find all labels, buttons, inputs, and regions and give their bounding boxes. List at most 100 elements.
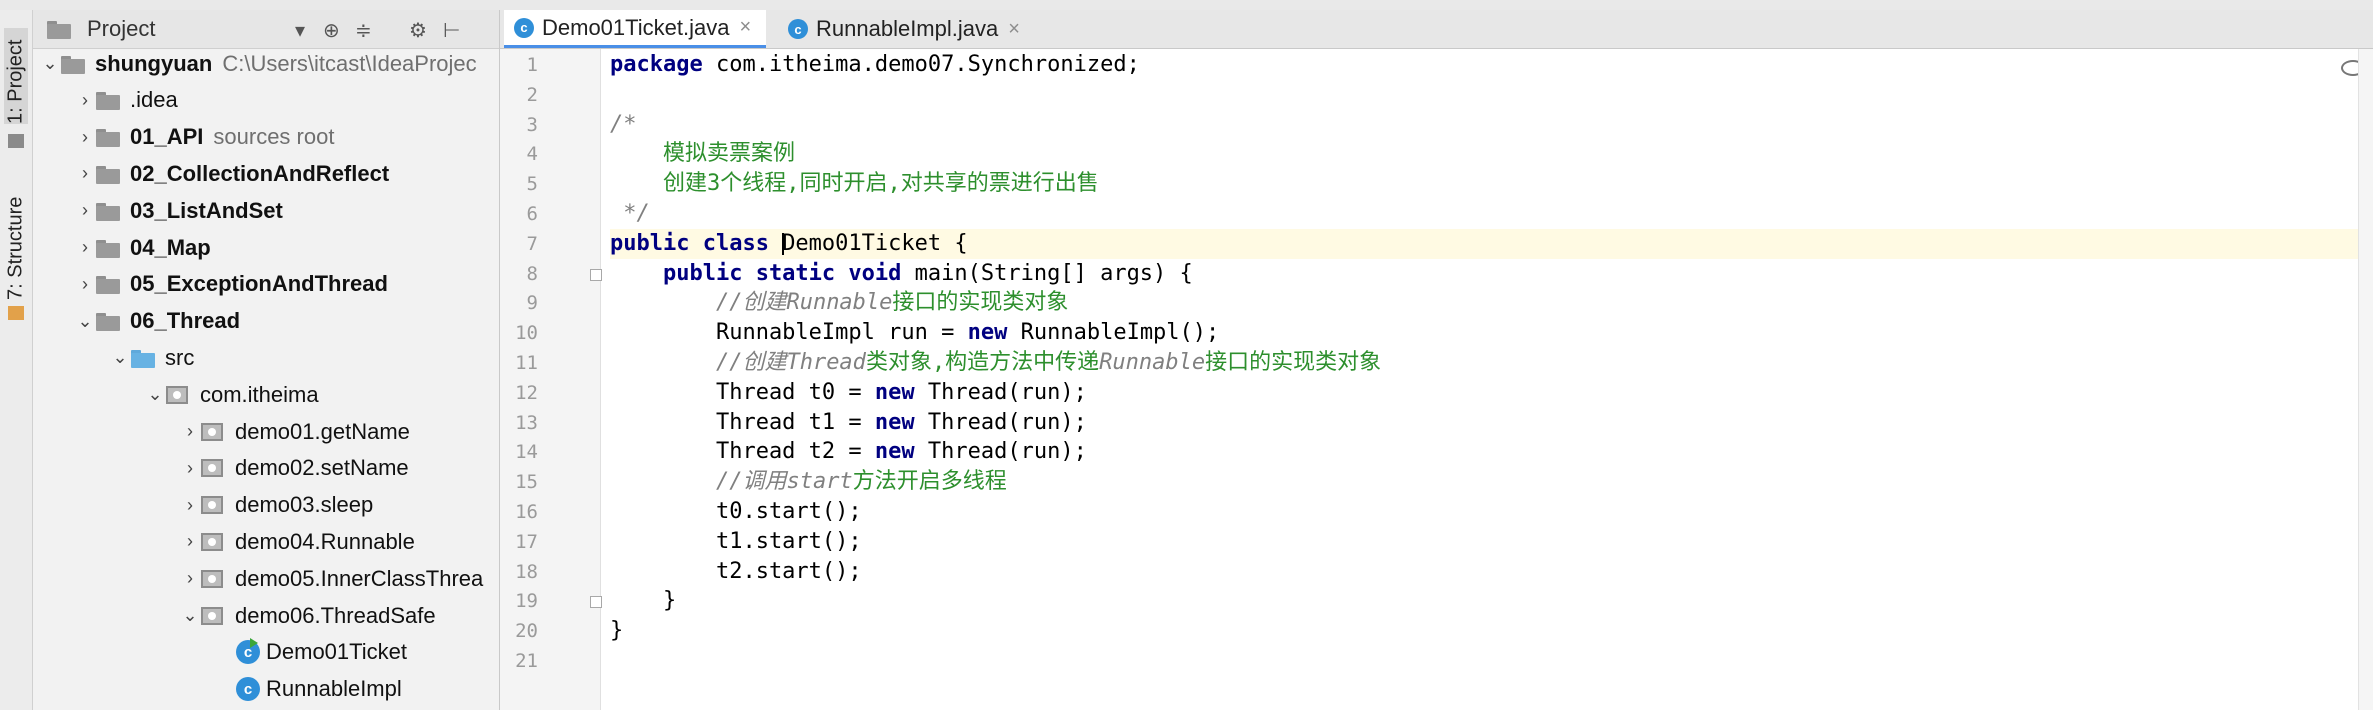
tree-item[interactable]: › 05_ExceptionAndThread — [74, 266, 388, 303]
tree-item[interactable]: › 04_Map — [74, 229, 211, 266]
code-line[interactable]: t2.start(); — [610, 557, 2373, 587]
expanded-arrow-icon[interactable]: ⌄ — [74, 311, 96, 332]
collapse-icon[interactable]: ≑ — [355, 18, 372, 43]
code-line[interactable]: 创建3个线程,同时开启,对共享的票进行出售 — [610, 169, 2373, 199]
tab-runnableimpl[interactable]: c RunnableImpl.java × — [778, 10, 1034, 48]
collapsed-arrow-icon[interactable]: › — [179, 568, 201, 589]
tree-item-label: .idea — [130, 87, 178, 113]
code-token: Thread(run); — [927, 409, 1087, 435]
tree-item[interactable]: › 02_CollectionAndReflect — [74, 155, 389, 192]
tree-item[interactable]: › demo02.setName — [179, 450, 409, 487]
collapsed-arrow-icon[interactable]: › — [179, 458, 201, 479]
collapsed-arrow-icon[interactable]: › — [74, 237, 96, 258]
tree-item[interactable]: › .idea — [74, 82, 178, 119]
code-line[interactable]: package com.itheima.demo07.Synchronized; — [610, 50, 2373, 80]
tree-item-label: shungyuan — [95, 50, 213, 76]
code-line[interactable]: RunnableImpl run = new RunnableImpl(); — [610, 318, 2373, 348]
tree-item[interactable]: › demo05.InnerClassThrea — [179, 560, 483, 597]
code-line[interactable]: } — [610, 616, 2373, 646]
code-line[interactable]: //创建Thread类对象,构造方法中传递Runnable接口的实现类对象 — [610, 348, 2373, 378]
line-number: 10 — [515, 322, 538, 345]
tree-item[interactable]: › 03_ListAndSet — [74, 192, 283, 229]
expanded-arrow-icon[interactable]: ⌄ — [179, 605, 201, 626]
close-icon[interactable]: × — [739, 16, 751, 39]
expanded-arrow-icon[interactable]: ⌄ — [39, 53, 61, 74]
code-line[interactable]: Thread t1 = new Thread(run); — [610, 408, 2373, 438]
tree-item-label: src — [165, 344, 195, 370]
target-icon[interactable]: ⊕ — [323, 18, 340, 43]
tree-item-label: Demo01Ticket — [266, 639, 408, 665]
collapsed-arrow-icon[interactable]: › — [179, 421, 201, 442]
fold-marker-icon[interactable] — [590, 268, 602, 281]
line-number: 5 — [526, 173, 538, 196]
code-line[interactable]: t0.start(); — [610, 497, 2373, 527]
collapsed-arrow-icon[interactable]: › — [74, 90, 96, 111]
project-panel: Project ▾ ⊕ ≑ ⚙ ⊢ ⌄ shungyuan C:\Users\itc… — [33, 10, 500, 710]
line-number: 12 — [515, 381, 538, 404]
tree-item-hint: C:\Users\itcast\IdeaProjec — [222, 50, 477, 76]
code-line[interactable] — [610, 646, 2373, 676]
code-token: t2.start(); — [610, 558, 862, 584]
fold-marker-icon[interactable] — [590, 596, 602, 609]
tree-item[interactable]: c RunnableImpl — [214, 671, 402, 708]
vertical-scrollbar[interactable] — [2358, 49, 2373, 710]
tool-window-strip: 1: Project 7: Structure — [0, 10, 33, 710]
line-number: 9 — [526, 292, 538, 315]
project-side-tab[interactable]: 1: Project — [4, 28, 28, 124]
code-line[interactable]: } — [610, 586, 2373, 616]
expanded-arrow-icon[interactable]: ⌄ — [109, 347, 131, 368]
code-line[interactable]: t1.start(); — [610, 527, 2373, 557]
tree-item[interactable]: ⌄ 06_Thread — [74, 303, 240, 340]
line-number: 2 — [526, 83, 538, 106]
structure-tool-icon — [8, 306, 24, 320]
collapsed-arrow-icon[interactable]: › — [74, 274, 96, 295]
tree-item[interactable]: ⌄ demo06.ThreadSafe — [179, 597, 435, 634]
tree-item[interactable]: ⌄ src — [109, 339, 194, 376]
folder-icon — [96, 238, 122, 258]
structure-side-tab[interactable]: 7: Structure — [4, 180, 28, 300]
tree-item[interactable]: c Demo01Ticket — [214, 634, 407, 671]
code-line[interactable]: */ — [610, 199, 2373, 229]
code-token: t0.start(); — [610, 499, 862, 524]
expanded-arrow-icon[interactable]: ⌄ — [144, 384, 166, 405]
folder-icon — [96, 90, 122, 111]
tree-item-label: 01_API — [130, 124, 204, 150]
code-line[interactable]: public class Demo01Ticket { — [610, 228, 2373, 259]
code-line[interactable] — [610, 80, 2373, 110]
tab-demo01ticket[interactable]: c Demo01Ticket.java × — [504, 10, 766, 48]
runnable-class-icon: c — [236, 638, 260, 665]
dropdown-arrow-icon[interactable]: ▾ — [295, 18, 305, 43]
project-panel-title[interactable]: Project — [87, 16, 155, 42]
code-line[interactable]: Thread t2 = new Thread(run); — [610, 437, 2373, 467]
collapsed-arrow-icon[interactable]: › — [179, 495, 201, 516]
code-token: public class — [610, 230, 783, 256]
tree-item[interactable]: › demo04.Runnable — [179, 523, 415, 560]
collapsed-arrow-icon[interactable]: › — [74, 200, 96, 221]
hide-panel-icon[interactable]: ⊢ — [443, 18, 460, 43]
collapsed-arrow-icon[interactable]: › — [74, 127, 96, 148]
collapsed-arrow-icon[interactable]: › — [74, 163, 96, 184]
code-token: 类对象,构造方法中传递 — [865, 350, 1100, 375]
gear-icon[interactable]: ⚙ — [409, 18, 427, 43]
tree-item[interactable]: ⌄ com.itheima — [144, 376, 318, 413]
collapsed-arrow-icon[interactable]: › — [179, 531, 201, 552]
tree-item[interactable]: › demo03.sleep — [179, 487, 373, 524]
line-number: 15 — [515, 471, 538, 494]
tree-item[interactable]: › 01_API sources root — [74, 119, 334, 156]
code-token: t1.start(); — [610, 528, 862, 554]
code-line[interactable]: //调用start方法开启多线程 — [610, 467, 2373, 497]
tree-item[interactable]: › demo01.getName — [179, 413, 410, 450]
code-line[interactable]: Thread t0 = new Thread(run); — [610, 378, 2373, 408]
line-number: 18 — [515, 560, 538, 583]
code-line[interactable]: //创建Runnable接口的实现类对象 — [610, 288, 2373, 318]
tree-item[interactable]: ⌄ shungyuan C:\Users\itcast\IdeaProjec — [39, 45, 477, 82]
code-area[interactable]: package com.itheima.demo07.Synchronized;… — [610, 49, 2373, 710]
close-icon[interactable]: × — [1008, 18, 1020, 41]
code-line[interactable]: public static void main(String[] args) { — [610, 259, 2373, 289]
package-icon — [201, 569, 227, 589]
code-token: } — [610, 588, 677, 614]
code-line[interactable]: 模拟卖票案例 — [610, 139, 2373, 169]
code-token: 接口的实现类对象 — [1205, 350, 1382, 375]
tab-label: RunnableImpl.java — [816, 16, 999, 41]
code-line[interactable]: /* — [610, 110, 2373, 140]
